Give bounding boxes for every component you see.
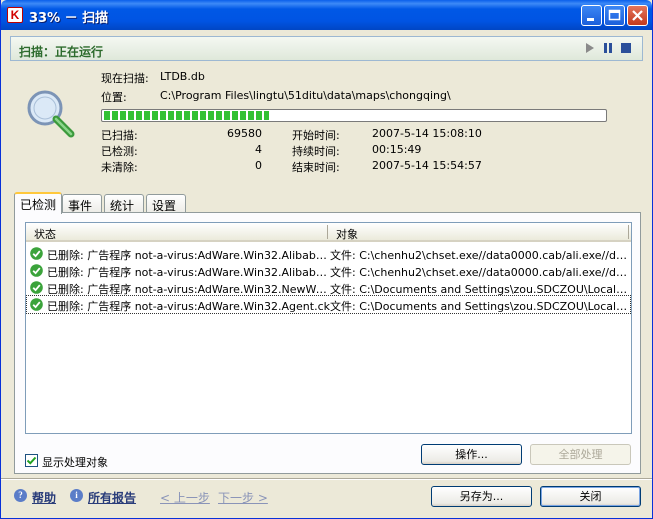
row-status: 已删除: 广告程序 not-a-virus:AdWare.Win32.Aliba…: [47, 266, 330, 279]
kaspersky-app-icon: K: [7, 7, 23, 23]
minimize-button[interactable]: [581, 5, 602, 26]
save-as-button[interactable]: 另存为...: [431, 486, 532, 507]
all-reports-link[interactable]: 所有报告: [88, 489, 136, 506]
scan-window: K 33% － 扫描 扫描：正在运行 现在扫描: LTDB.db 位置: C:\…: [0, 0, 653, 519]
check-ok-icon: [30, 281, 43, 294]
location-label: 位置:: [101, 91, 127, 104]
process-all-button[interactable]: 全部处理: [530, 444, 631, 465]
action-button[interactable]: 操作...: [421, 444, 522, 465]
show-processed-label[interactable]: 显示处理对象: [42, 454, 108, 470]
footer-divider: [1, 478, 652, 480]
row-object: 文件: C:\chenhu2\chset.exe//data0000.cab/a…: [330, 249, 628, 262]
table-row[interactable]: 已删除: 广告程序 not-a-virus:AdWare.Win32.Aliba…: [27, 245, 630, 262]
column-header-object[interactable]: 对象: [336, 226, 358, 242]
scan-status-title: 扫描：正在运行: [19, 45, 104, 59]
maximize-button[interactable]: [604, 5, 625, 26]
check-ok-icon: [30, 298, 43, 311]
scanned-value: 69580: [227, 127, 262, 140]
uncleaned-label: 未清除:: [101, 161, 138, 174]
show-processed-checkbox[interactable]: [25, 454, 38, 467]
window-title: 33% － 扫描: [29, 11, 109, 26]
close-button[interactable]: 关闭: [540, 486, 641, 507]
scan-magnifier-icon: [27, 90, 75, 138]
scan-progress-bar: [101, 109, 607, 122]
status-header: 扫描：正在运行: [10, 36, 643, 61]
row-status: 已删除: 广告程序 not-a-virus:AdWare.Win32.Aliba…: [47, 249, 330, 262]
start-time-value: 2007-5-14 15:08:10: [372, 127, 482, 140]
detected-label: 已检测:: [101, 145, 138, 158]
help-icon[interactable]: ?: [14, 489, 27, 502]
row-status: 已删除: 广告程序 not-a-virus:AdWare.Win32.NewWe…: [47, 283, 330, 296]
maximize-icon: [608, 9, 621, 21]
row-object: 文件: C:\Documents and Settings\zou.SDCZOU…: [330, 300, 628, 313]
stop-icon[interactable]: [621, 43, 631, 53]
tab-events[interactable]: 事件: [62, 194, 102, 213]
next-step-link[interactable]: 下一步 >: [218, 489, 268, 506]
duration-label: 持续时间:: [292, 145, 340, 158]
close-icon: [632, 10, 643, 21]
table-row-selected[interactable]: 已删除: 广告程序 not-a-virus:AdWare.Win32.Agent…: [26, 295, 631, 314]
previous-step-link[interactable]: < 上一步: [160, 489, 210, 506]
minimize-icon: [587, 18, 594, 21]
end-time-label: 结束时间:: [292, 161, 340, 174]
row-status: 已删除: 广告程序 not-a-virus:AdWare.Win32.Agent…: [47, 300, 330, 313]
close-window-button[interactable]: [627, 5, 648, 26]
current-scan-label: 现在扫描:: [101, 72, 149, 85]
checkmark-icon: [26, 456, 37, 465]
duration-value: 00:15:49: [372, 143, 422, 156]
detected-tab-panel: 状态 对象 已删除: 广告程序 not-a-virus:AdWare.Win32…: [14, 212, 641, 474]
current-scan-value: LTDB.db: [160, 70, 205, 83]
tab-statistics[interactable]: 统计: [104, 194, 144, 213]
detected-list[interactable]: 状态 对象 已删除: 广告程序 not-a-virus:AdWare.Win32…: [25, 222, 632, 434]
scan-progress-fill: [104, 111, 269, 120]
row-object: 文件: C:\Documents and Settings\zou.SDCZOU…: [330, 283, 628, 296]
info-icon[interactable]: i: [70, 489, 83, 502]
title-bar[interactable]: K 33% － 扫描: [1, 0, 652, 30]
column-divider[interactable]: [327, 225, 328, 239]
detected-value: 4: [255, 143, 262, 156]
end-time-value: 2007-5-14 15:54:57: [372, 159, 482, 172]
tab-settings[interactable]: 设置: [146, 194, 186, 213]
table-row[interactable]: 已删除: 广告程序 not-a-virus:AdWare.Win32.NewWe…: [27, 279, 630, 296]
uncleaned-value: 0: [255, 159, 262, 172]
tab-detected[interactable]: 已检测: [14, 192, 62, 214]
pause-icon[interactable]: [603, 43, 613, 53]
scanned-label: 已扫描:: [101, 129, 138, 142]
start-time-label: 开始时间:: [292, 129, 340, 142]
location-value: C:\Program Files\lingtu\51ditu\data\maps…: [160, 89, 451, 102]
table-row[interactable]: 已删除: 广告程序 not-a-virus:AdWare.Win32.Aliba…: [27, 262, 630, 279]
column-header-status[interactable]: 状态: [34, 226, 56, 242]
column-divider[interactable]: [628, 225, 629, 239]
check-ok-icon: [30, 264, 43, 277]
play-icon[interactable]: [585, 43, 595, 53]
help-link[interactable]: 帮助: [32, 489, 56, 506]
row-object: 文件: C:\chenhu2\chset.exe//data0000.cab/a…: [330, 266, 628, 279]
check-ok-icon: [30, 247, 43, 260]
list-header: 状态 对象: [26, 223, 631, 242]
